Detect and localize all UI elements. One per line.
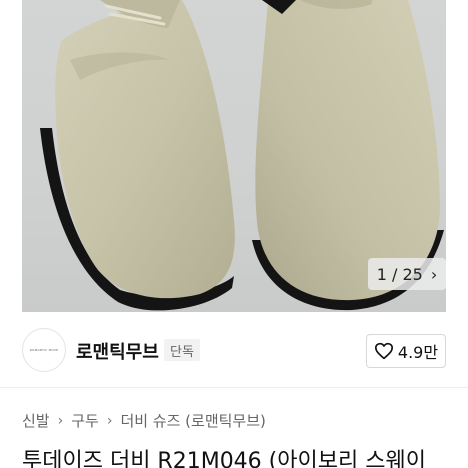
image-counter[interactable]: 1 / 25 › <box>368 258 446 290</box>
seller-bar: ROMANTIC MOVE 로맨틱무브 단독 4.9만 <box>0 312 468 388</box>
seller-logo[interactable]: ROMANTIC MOVE <box>22 328 66 372</box>
breadcrumb-item-brand-category[interactable]: 더비 슈즈 (로맨틱무브) <box>120 410 265 431</box>
image-edge-left <box>0 0 22 312</box>
chevron-right-icon[interactable]: › <box>431 265 437 284</box>
breadcrumb: 신발 › 구두 › 더비 슈즈 (로맨틱무브) <box>22 410 266 431</box>
image-edge-right <box>446 0 468 312</box>
chevron-right-icon: › <box>57 412 64 429</box>
breadcrumb-item-category[interactable]: 신발 <box>22 410 50 431</box>
exclusive-badge: 단독 <box>164 339 200 361</box>
like-count: 4.9만 <box>397 343 439 362</box>
product-title: 투데이즈 더비 R21M046 (아이보리 스웨이 <box>22 449 426 468</box>
counter-total: 25 <box>402 264 423 284</box>
seller-name[interactable]: 로맨틱무브 <box>76 338 159 364</box>
counter-current: 1 <box>376 264 387 284</box>
breadcrumb-item-subcategory[interactable]: 구두 <box>71 410 99 431</box>
chevron-right-icon: › <box>106 412 113 429</box>
like-button[interactable]: 4.9만 <box>366 334 446 368</box>
seller-logo-text: ROMANTIC MOVE <box>29 348 59 352</box>
heart-outline-icon <box>374 342 393 360</box>
product-image[interactable]: 1 / 25 › <box>0 0 468 312</box>
counter-separator: / <box>392 264 398 284</box>
